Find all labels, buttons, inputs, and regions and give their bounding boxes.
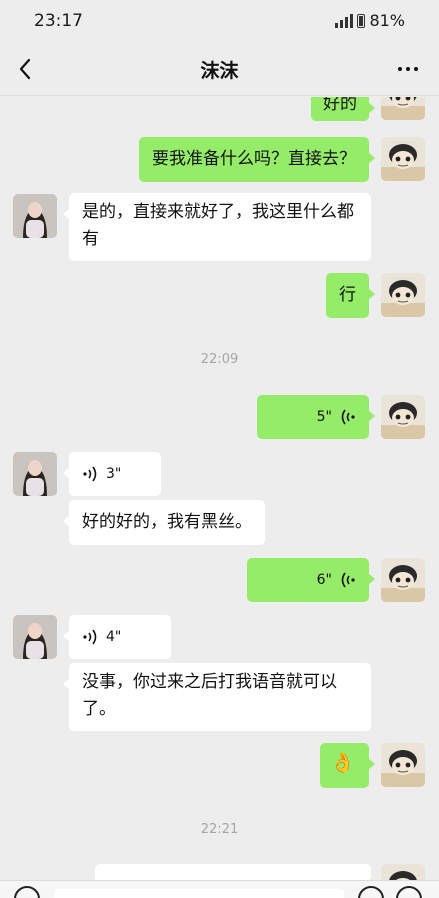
chat-header: 沫沫 [0, 42, 439, 96]
avatar-self[interactable] [381, 137, 425, 181]
avatar-contact[interactable] [13, 615, 57, 659]
chat-area[interactable]: 好的 要我准备什么吗？直接去？ 是的，直接来就好了，我这里什么都有 行 22:0… [0, 97, 439, 880]
avatar-self[interactable] [381, 864, 425, 880]
avatar-self[interactable] [381, 97, 425, 120]
message-incoming[interactable]: 好的好的，我有黑丝。 [63, 500, 265, 545]
battery-percent: 81% [369, 11, 405, 30]
status-time: 23:17 [34, 11, 83, 31]
avatar-self[interactable] [381, 743, 425, 787]
chat-timestamp: 22:09 [200, 352, 239, 367]
avatar-contact[interactable] [13, 452, 57, 496]
emoji-icon[interactable] [358, 886, 384, 898]
battery-icon [357, 13, 366, 28]
message-text: 好的 [323, 97, 357, 114]
message-outgoing-partial[interactable] [95, 864, 377, 880]
voice-toggle-icon[interactable] [14, 886, 40, 898]
avatar-self[interactable] [381, 395, 425, 439]
ok-hand-emoji: 👌 [330, 750, 355, 774]
message-text: 行 [339, 285, 356, 305]
input-bar [0, 880, 439, 898]
message-incoming[interactable]: 没事，你过来之后打我语音就可以了。 [63, 663, 371, 731]
chat-title: 沫沫 [200, 60, 239, 82]
voice-message-outgoing[interactable]: 5" [257, 395, 375, 439]
voice-wave-icon [82, 465, 98, 483]
message-outgoing[interactable]: 要我准备什么吗？直接去？ [139, 137, 375, 182]
status-right: 81% [335, 11, 405, 30]
voice-message-outgoing[interactable]: 6" [247, 558, 375, 602]
voice-duration: 4" [106, 628, 122, 645]
message-text: 是的，直接来就好了，我这里什么都有 [82, 202, 354, 249]
avatar-contact[interactable] [13, 194, 57, 238]
more-icon[interactable] [395, 56, 421, 82]
message-outgoing-emoji[interactable]: 👌 [320, 743, 375, 788]
voice-duration: 6" [316, 571, 332, 588]
status-bar: 23:17 81% [0, 0, 439, 42]
plus-icon[interactable] [396, 886, 422, 898]
message-outgoing[interactable]: 好的 [311, 97, 375, 121]
avatar-self[interactable] [381, 273, 425, 317]
message-text: 要我准备什么吗？直接去？ [152, 149, 356, 169]
message-outgoing[interactable]: 行 [326, 273, 375, 318]
message-incoming[interactable]: 是的，直接来就好了，我这里什么都有 [63, 193, 371, 261]
message-text: 没事，你过来之后打我语音就可以了。 [82, 672, 337, 719]
avatar-self[interactable] [381, 558, 425, 602]
signal-icon [335, 13, 354, 28]
message-input[interactable] [54, 889, 344, 898]
voice-message-incoming[interactable]: 3" [63, 452, 161, 496]
chat-timestamp: 22:21 [200, 822, 239, 837]
voice-message-incoming[interactable]: 4" [63, 615, 171, 659]
voice-duration: 5" [316, 408, 332, 425]
message-text: 好的好的，我有黑丝。 [82, 512, 252, 532]
voice-wave-icon [340, 408, 356, 426]
voice-wave-icon [82, 628, 98, 646]
voice-duration: 3" [106, 465, 122, 482]
voice-wave-icon [340, 571, 356, 589]
